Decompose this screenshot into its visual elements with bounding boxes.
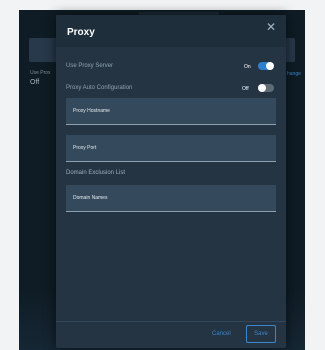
domain-exclusion-label: Domain Exclusion List bbox=[66, 170, 126, 176]
dialog-header: Proxy ✕ bbox=[56, 15, 286, 47]
proxy-auto-config-toggle[interactable] bbox=[258, 84, 274, 92]
proxy-auto-config-state: Off bbox=[242, 86, 249, 92]
proxy-port-placeholder: Proxy Port bbox=[73, 145, 97, 151]
background-use-proxy-label: Use Prox bbox=[30, 70, 51, 76]
dialog-title: Proxy bbox=[67, 27, 95, 38]
proxy-hostname-placeholder: Proxy Hostname bbox=[73, 108, 110, 114]
background-change-link[interactable]: hange bbox=[287, 71, 301, 77]
close-icon[interactable]: ✕ bbox=[264, 20, 278, 34]
use-proxy-server-state: On bbox=[244, 64, 251, 70]
use-proxy-server-toggle[interactable] bbox=[258, 62, 274, 70]
toggle-knob bbox=[266, 62, 274, 70]
proxy-dialog: Proxy ✕ Use Proxy Server On Proxy Auto C… bbox=[56, 15, 286, 348]
domain-names-field[interactable]: Domain Names bbox=[66, 185, 276, 212]
proxy-auto-config-label: Proxy Auto Configuration bbox=[66, 85, 133, 91]
save-button[interactable]: Save bbox=[246, 325, 276, 343]
use-proxy-server-label: Use Proxy Server bbox=[66, 63, 114, 69]
toggle-knob bbox=[258, 84, 266, 92]
cancel-button[interactable]: Cancel bbox=[212, 331, 231, 337]
proxy-hostname-field[interactable]: Proxy Hostname bbox=[66, 98, 276, 125]
domain-names-placeholder: Domain Names bbox=[73, 195, 108, 201]
proxy-port-field[interactable]: Proxy Port bbox=[66, 135, 276, 162]
background-use-proxy-value: Off bbox=[30, 79, 40, 86]
footer-divider bbox=[56, 321, 286, 322]
